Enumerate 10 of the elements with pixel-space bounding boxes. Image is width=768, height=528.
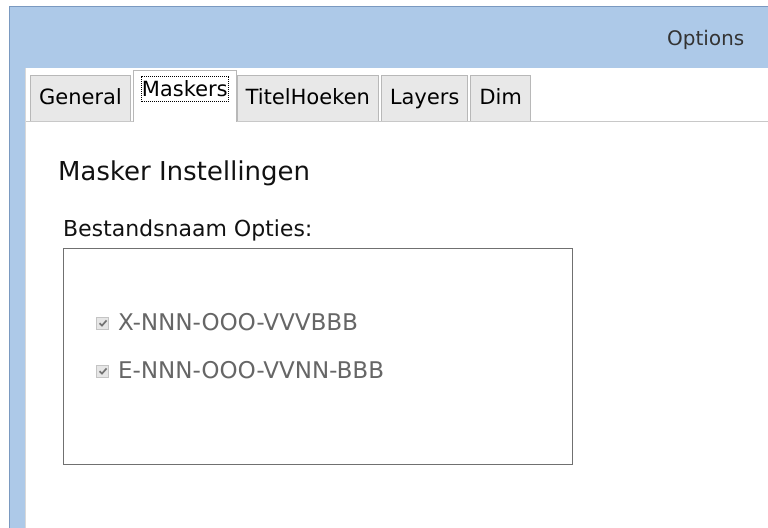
section-heading: Masker Instellingen xyxy=(58,157,312,187)
tab[interactable]: Dim xyxy=(470,75,531,121)
window-title: Options xyxy=(667,26,744,50)
tab[interactable]: Maskers xyxy=(132,70,237,122)
group-label: Bestandsnaam Opties: xyxy=(63,217,314,242)
checkbox-label: X-NNN-OOO-VVVBBB xyxy=(118,310,358,336)
tab[interactable]: Layers xyxy=(380,75,468,121)
tab[interactable]: General xyxy=(30,75,131,121)
checkbox-label: E-NNN-OOO-VVNN-BBB xyxy=(118,358,384,384)
tab[interactable]: TitelHoeken xyxy=(236,75,379,121)
